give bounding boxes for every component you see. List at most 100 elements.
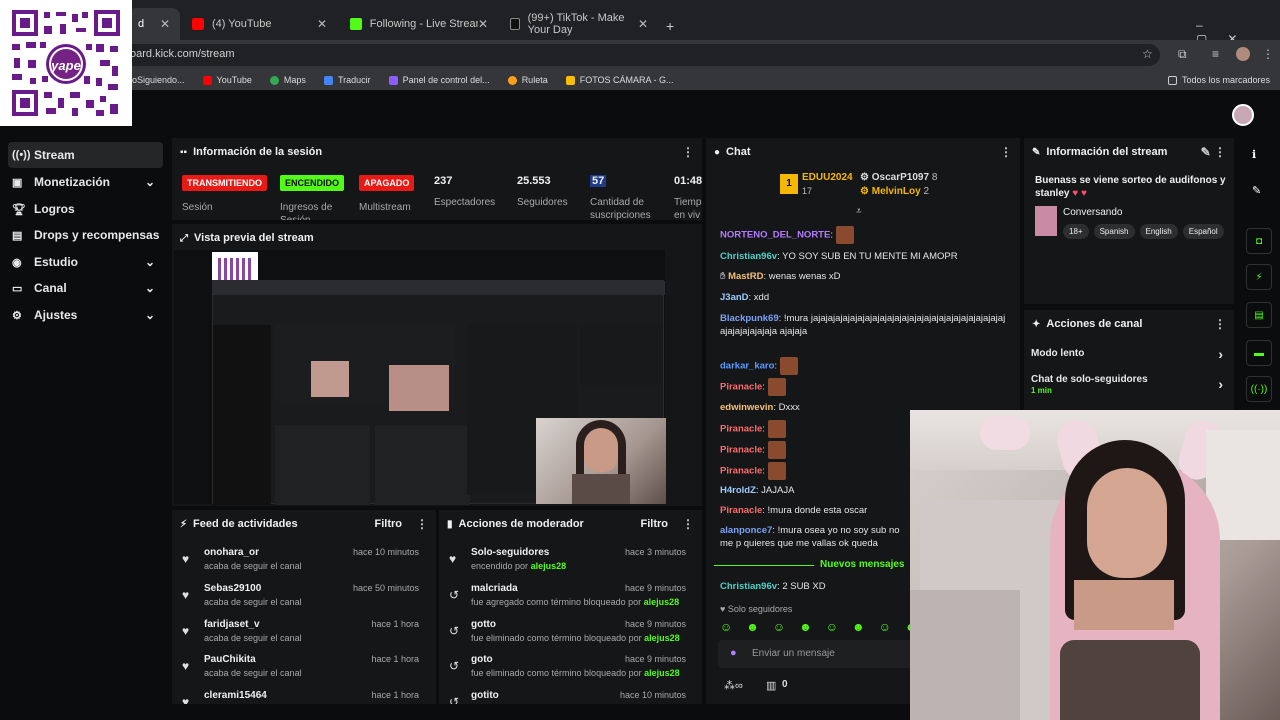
chat-bubble-icon[interactable]: ▬ — [1246, 340, 1272, 366]
filter-button[interactable]: Filtro — [375, 518, 403, 530]
action-followers-only[interactable]: Chat de solo-seguidores 1 min › — [1031, 374, 1227, 400]
pencil-icon[interactable]: ✎ — [1252, 184, 1261, 197]
chat-user[interactable]: darkar_karo — [720, 361, 774, 372]
new-tab-button[interactable]: + — [666, 18, 674, 34]
channel-actions-panel: ✦ Acciones de canal ⋮ Modo lento › Chat … — [1024, 310, 1234, 410]
user-avatar[interactable] — [1232, 104, 1254, 126]
sidebar-item-logros[interactable]: 🏆︎ Logros — [8, 196, 163, 222]
close-icon[interactable]: ✕ — [317, 17, 327, 31]
mod-user[interactable]: alejus28 — [644, 668, 680, 678]
top-donor[interactable]: ⚙ OscarP1097 8 — [860, 172, 937, 183]
chat-user[interactable]: J3anD — [720, 292, 749, 303]
bookmark[interactable]: oSiguiendo... — [132, 75, 185, 85]
chat-user[interactable]: Piranacle — [720, 424, 762, 435]
chat-user[interactable]: Piranacle — [720, 505, 762, 516]
media-icon[interactable]: ≡ — [1212, 47, 1219, 61]
browser-tab-bar: d ✕ (4) YouTube ✕ Following - Live Strea… — [0, 0, 1280, 46]
feed-sub: acaba de seguir el canal — [204, 561, 302, 571]
mod-user[interactable]: alejus28 — [644, 633, 680, 643]
bookmarks-bar: oSiguiendo... YouTube Maps Traducir Pane… — [0, 70, 1280, 90]
new-messages-label[interactable]: Nuevos mensajes — [814, 559, 911, 570]
url-text: oard.kick.com/stream — [130, 48, 235, 60]
extensions-icon[interactable]: ⧉ — [1178, 47, 1187, 62]
bookmark[interactable]: FOTOS CÁMARA - G... — [565, 75, 674, 85]
collapse-icon[interactable]: ⩡ — [856, 206, 862, 217]
chat-user[interactable]: Christian96v — [720, 251, 777, 262]
sidebar-item-monetizacion[interactable]: ▣ Monetización ⌄ — [8, 169, 163, 195]
sidebar-item-stream[interactable]: ((•)) Stream — [8, 142, 163, 168]
chat-user[interactable]: Christian96v — [720, 581, 777, 592]
broadcast-icon[interactable]: ((·)) — [1246, 376, 1272, 402]
camera-icon[interactable]: ◘ — [1246, 228, 1272, 254]
bolt-icon[interactable]: ⚡︎ — [1246, 264, 1272, 290]
mic-icon[interactable]: ● — [730, 647, 737, 659]
chat-user[interactable]: alanponce7 — [720, 525, 772, 536]
chat-user[interactable]: MastRD — [728, 271, 763, 282]
chat-user[interactable]: NORTENO_DEL_NORTE — [720, 230, 830, 241]
bookmark[interactable]: Traducir — [323, 75, 371, 85]
kebab-menu-icon[interactable]: ⋮ — [682, 145, 694, 159]
heart-icon: ♥ — [449, 552, 457, 566]
star-icon[interactable]: ☆ — [1142, 47, 1153, 61]
menu-icon[interactable]: ⋮ — [1262, 47, 1274, 61]
chat-user[interactable]: Blackpunk69 — [720, 313, 779, 324]
avatar[interactable] — [1236, 47, 1250, 61]
status-badge: ENCENDIDO — [280, 175, 345, 191]
category-label[interactable]: Conversando — [1063, 207, 1122, 218]
action-slow-mode[interactable]: Modo lento › — [1031, 346, 1227, 368]
close-icon[interactable]: ✕ — [638, 17, 648, 31]
sidebar-item-ajustes[interactable]: ⚙ Ajustes ⌄ — [8, 302, 163, 328]
tab-tiktok[interactable]: (99+) TikTok - Make Your Day ✕ — [500, 8, 658, 40]
bookmark[interactable]: YouTube — [202, 75, 252, 85]
mod-user[interactable]: alejus28 — [644, 597, 680, 607]
filter-button[interactable]: Filtro — [641, 518, 669, 530]
sidebar-item-canal[interactable]: ▭ Canal ⌄ — [8, 275, 163, 301]
feed-user[interactable]: PauChikita — [204, 654, 256, 665]
feed-user[interactable]: Sebas29100 — [204, 583, 261, 594]
bookmark[interactable]: Panel de control del... — [388, 75, 490, 85]
chat-message: J3anD: xdd — [720, 292, 770, 303]
tab-current[interactable]: d ✕ — [128, 8, 180, 40]
feed-user[interactable]: faridjaset_v — [204, 619, 260, 630]
clipboard-icon[interactable]: ▤ — [1246, 302, 1272, 328]
feed-user[interactable]: onohara_or — [204, 547, 259, 558]
chat-user[interactable]: H4roldZ — [720, 485, 756, 496]
kebab-menu-icon[interactable]: ⋮ — [1000, 145, 1012, 159]
feed-user[interactable]: clerami15464 — [204, 690, 267, 701]
mod-user[interactable]: alejus28 — [531, 561, 567, 571]
stat-label: Sesión — [182, 202, 213, 213]
close-icon[interactable]: ✕ — [478, 17, 488, 31]
kebab-menu-icon[interactable]: ⋮ — [1214, 317, 1226, 331]
chevron-down-icon: ⌄ — [144, 308, 155, 322]
kick-header — [0, 90, 1280, 136]
chat-user[interactable]: Piranacle — [720, 466, 762, 477]
heart-icon: ♥ — [182, 659, 190, 673]
heart-icon: ♥ — [182, 588, 190, 602]
top-donor[interactable]: EDUU2024 — [802, 172, 853, 183]
chat-user[interactable]: edwinwevin — [720, 402, 773, 413]
gift-icon[interactable]: ▥ — [766, 679, 776, 692]
edit-icon[interactable]: ✎ ⋮ — [1201, 145, 1226, 159]
emote-bar[interactable]: ☺☻☺☻☺☻☺☻ — [720, 620, 932, 634]
kebab-menu-icon[interactable]: ⋮ — [682, 517, 694, 531]
top-donor[interactable]: ⚙ MelvinLoy 2 — [860, 186, 929, 197]
bookmark[interactable]: Ruleta — [507, 75, 548, 85]
kebab-menu-icon[interactable]: ⋮ — [416, 517, 428, 531]
url-field[interactable]: oard.kick.com/stream — [100, 44, 1160, 66]
info-icon[interactable]: ℹ — [1252, 148, 1256, 161]
chat-user[interactable]: Piranacle — [720, 382, 762, 393]
tab-youtube[interactable]: (4) YouTube ✕ — [182, 8, 337, 40]
stream-preview-video[interactable] — [174, 250, 666, 505]
users-icon[interactable]: ⁂∞ — [724, 679, 743, 692]
bookmark-all[interactable]: Todos los marcadores — [1167, 75, 1270, 85]
message-input[interactable]: ● Enviar un mensaje — [718, 640, 914, 668]
sidebar-item-estudio[interactable]: ◉ Estudio ⌄ — [8, 249, 163, 275]
sidebar-item-drops[interactable]: ▤ Drops y recompensas — [8, 222, 163, 248]
webcam-overlay — [910, 410, 1280, 720]
bookmark-label: oSiguiendo... — [132, 75, 185, 85]
chat-user[interactable]: Piranacle — [720, 445, 762, 456]
close-icon[interactable]: ✕ — [160, 17, 170, 31]
bookmark[interactable]: Maps — [269, 75, 306, 85]
tab-kick[interactable]: Following - Live Streams on Kick ✕ — [340, 8, 498, 40]
stat-label: Seguidores — [517, 197, 568, 208]
